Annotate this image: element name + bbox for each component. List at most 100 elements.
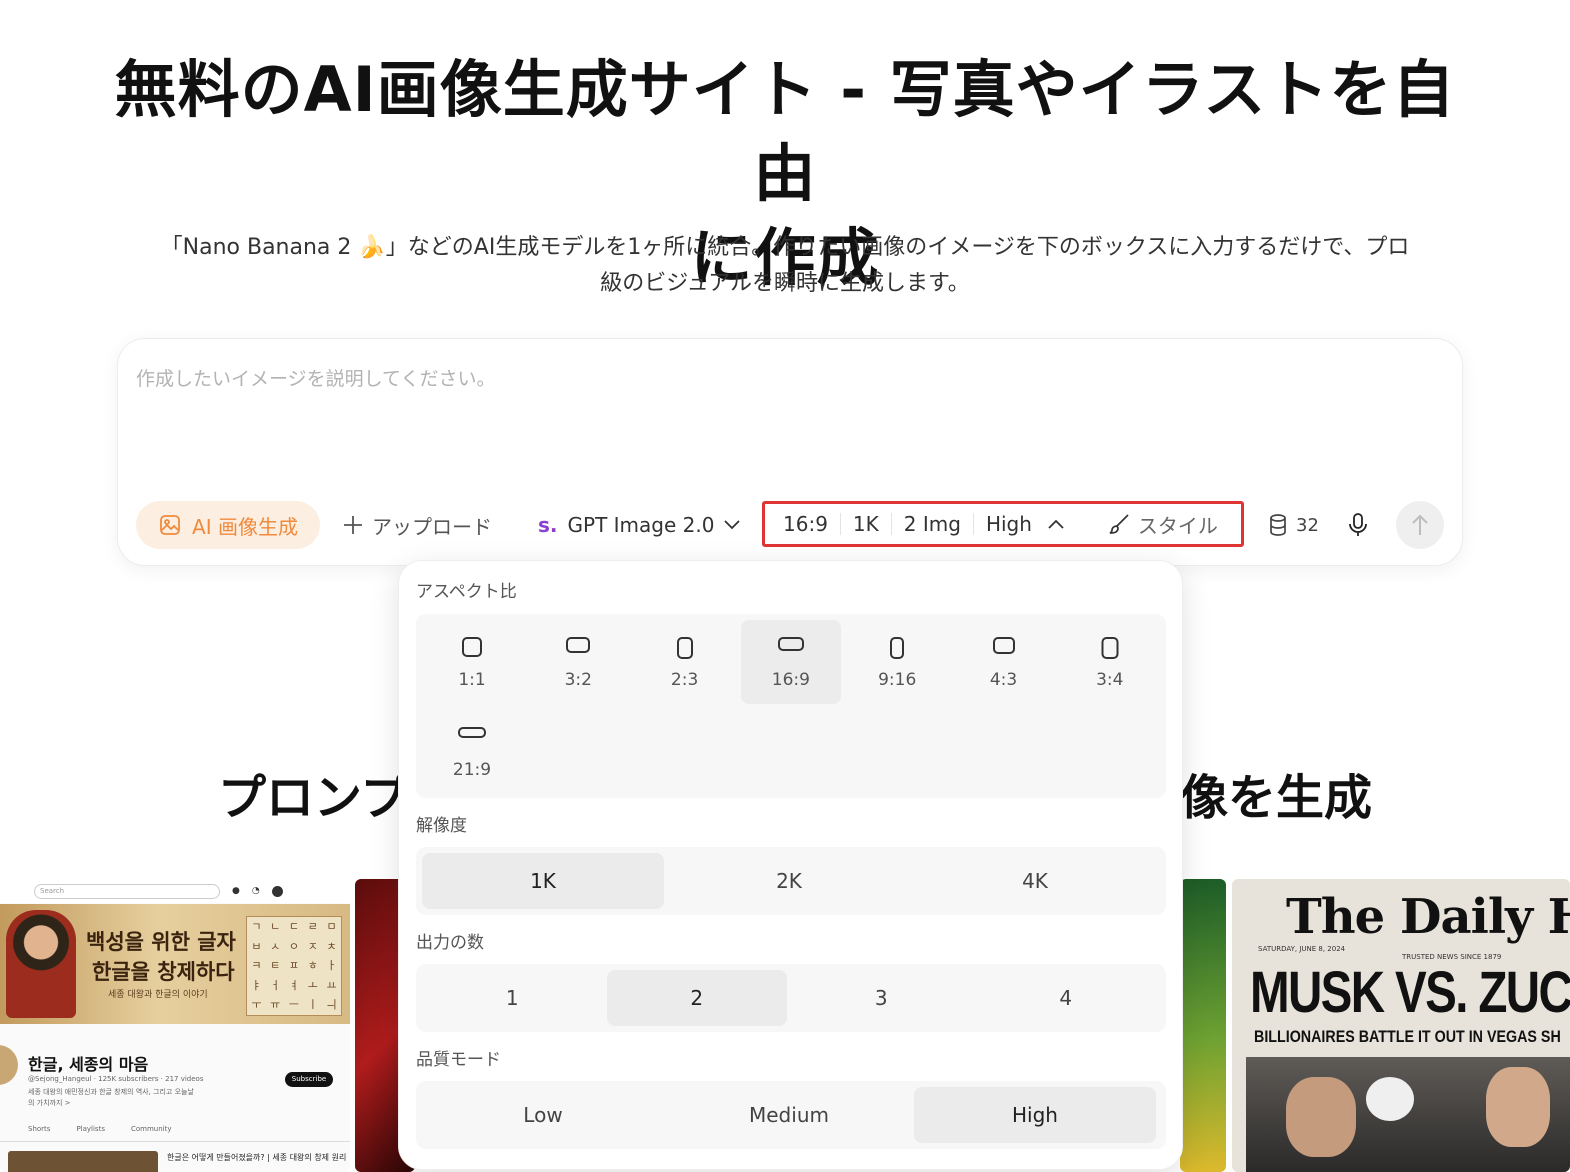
hangul-char: ㅓ xyxy=(270,978,281,992)
banner-line-3: 세종 대왕과 한글의 이야기 xyxy=(108,990,208,1000)
page-subtitle-line-1: 「Nano Banana 2 🍌」などのAI生成モデルを1ヶ所に統合。作りたい画… xyxy=(160,235,1410,260)
output-count-option-4[interactable]: 4 xyxy=(976,970,1157,1026)
aspect-option-label: 3:2 xyxy=(564,670,592,690)
page-subtitle: 「Nano Banana 2 🍌」などのAI生成モデルを1ヶ所に統合。作りたい画… xyxy=(110,230,1460,302)
channel-avatar xyxy=(0,1045,18,1085)
aspect-option-label: 16:9 xyxy=(771,670,810,690)
model-label: GPT Image 2.0 xyxy=(567,513,715,537)
avatar-icon xyxy=(271,885,283,897)
aspect-option-4-3[interactable]: 4:3 xyxy=(954,620,1054,704)
video-thumbnail xyxy=(8,1151,158,1172)
hangul-grid: ㄱㄴㄷㄹㅁㅂㅅㅇㅈㅊㅋㅌㅍㅎㅏㅑㅓㅕㅗㅛㅜㅠㅡㅣㅢ xyxy=(246,916,342,1016)
aspect-option-9-16[interactable]: 9:16 xyxy=(847,620,947,704)
aspect-shape-icon xyxy=(458,727,486,738)
output-count-option-1[interactable]: 1 xyxy=(422,970,603,1026)
hangul-char: ㅕ xyxy=(288,978,300,992)
quality-mode-label: 品質モード xyxy=(416,1050,501,1070)
bell-icon: ◔ xyxy=(251,886,260,896)
hangul-char: ㄷ xyxy=(288,920,300,933)
hangul-char: ㅠ xyxy=(270,998,281,1012)
model-selector[interactable]: s. GPT Image 2.0 xyxy=(538,501,741,549)
divider xyxy=(0,1141,350,1142)
prompt-input[interactable] xyxy=(136,359,1436,399)
hangul-char: ㅏ xyxy=(326,959,337,973)
gallery-thumbnail-green[interactable] xyxy=(1180,879,1226,1172)
microphone-icon: ● xyxy=(232,886,240,896)
aspect-ratio-options: 1:1 3:2 2:3 16:9 9:16 4:3 3:4 21:9 xyxy=(416,614,1166,798)
gallery-thumbnail-newspaper[interactable]: The Daily Hera SATURDAY, JUNE 8, 2024 TR… xyxy=(1232,879,1570,1172)
database-icon xyxy=(1270,514,1286,536)
prompt-box: AI 画像生成 アップロード s. GPT Image 2.0 16:9 1K … xyxy=(117,338,1463,566)
quality-option-low[interactable]: Low xyxy=(422,1087,664,1143)
youtube-search-input: Search xyxy=(34,883,220,899)
model-logo-icon: s. xyxy=(538,513,558,537)
upload-button[interactable]: アップロード xyxy=(342,501,492,549)
resolution-option-1k[interactable]: 1K xyxy=(422,853,664,909)
aspect-option-3-2[interactable]: 3:2 xyxy=(528,620,628,704)
microphone-button[interactable] xyxy=(1346,501,1370,549)
hangul-char: ㅌ xyxy=(270,959,281,973)
image-icon xyxy=(160,515,180,535)
newspaper-photo xyxy=(1246,1057,1570,1172)
boxing-glove xyxy=(1366,1077,1414,1121)
page: 無料のAI画像生成サイト - 写真やイラストを自由 に作成 「Nano Bana… xyxy=(0,0,1570,1172)
section-title-right: 像を生成 xyxy=(1180,770,1373,826)
photo-person-left xyxy=(1286,1077,1356,1157)
quality-option-medium[interactable]: Medium xyxy=(668,1087,910,1143)
microphone-icon xyxy=(1349,513,1367,536)
output-count-option-3[interactable]: 3 xyxy=(791,970,972,1026)
aspect-option-21-9[interactable]: 21:9 xyxy=(422,710,522,794)
hangul-char: ㅈ xyxy=(307,939,318,953)
aspect-shape-icon xyxy=(1101,637,1119,659)
aspect-shape-icon xyxy=(992,637,1015,654)
ai-image-generation-label: AI 画像生成 xyxy=(192,514,298,539)
aspect-option-3-4[interactable]: 3:4 xyxy=(1060,620,1160,704)
aspect-shape-icon xyxy=(462,637,482,657)
youtube-top-bar: Search ● ◔ xyxy=(0,879,350,903)
output-count-option-2[interactable]: 2 xyxy=(606,970,787,1026)
gallery-thumbnail-youtube[interactable]: Search ● ◔ 백성을 위한 글자 한글을 창제하다 세종 대왕과 한글의… xyxy=(0,879,350,1172)
quality-mode-options: Low Medium High xyxy=(416,1081,1166,1149)
hangul-char: ㅊ xyxy=(326,939,337,953)
hangul-char: ㅂ xyxy=(251,939,262,953)
king-illustration xyxy=(6,910,76,1018)
aspect-option-2-3[interactable]: 2:3 xyxy=(635,620,735,704)
aspect-shape-icon xyxy=(777,637,804,651)
hangul-char: ㅗ xyxy=(307,978,318,992)
aspect-option-label: 1:1 xyxy=(458,670,486,690)
hangul-char: ㅁ xyxy=(326,920,337,933)
subscribe-button: Subscribe xyxy=(285,1072,333,1087)
aspect-option-label: 21:9 xyxy=(452,760,492,780)
output-count-label: 出力の数 xyxy=(416,933,484,953)
ai-image-generation-button[interactable]: AI 画像生成 xyxy=(136,501,320,549)
aspect-option-label: 3:4 xyxy=(1096,670,1124,690)
quality-option-high[interactable]: High xyxy=(914,1087,1156,1143)
photo-person-right xyxy=(1486,1067,1550,1147)
generation-options-dropdown: アスペクト比 1:1 3:2 2:3 16:9 9:16 4:3 3:4 21:9 解像度 1… xyxy=(398,560,1183,1170)
resolution-label: 解像度 xyxy=(416,816,467,836)
send-button[interactable] xyxy=(1396,501,1444,549)
hangul-char: ㅋ xyxy=(251,959,262,973)
youtube-banner: 백성을 위한 글자 한글을 창제하다 세종 대왕과 한글의 이야기 ㄱㄴㄷㄹㅁㅂ… xyxy=(0,904,350,1024)
aspect-option-1-1[interactable]: 1:1 xyxy=(422,620,522,704)
channel-tab: Playlists xyxy=(76,1125,105,1133)
aspect-option-16-9[interactable]: 16:9 xyxy=(740,620,841,704)
image-count-value: 2 Img xyxy=(892,513,974,535)
style-button[interactable]: スタイル xyxy=(1108,510,1218,539)
hangul-char: ㄹ xyxy=(307,920,318,933)
resolution-option-2k[interactable]: 2K xyxy=(668,853,910,909)
hangul-char: ㅇ xyxy=(288,939,300,953)
hangul-char: ㄱ xyxy=(251,920,262,933)
resolution-option-4k[interactable]: 4K xyxy=(914,853,1156,909)
generation-options-button[interactable]: 16:9 1K 2 Img High スタイル xyxy=(762,501,1244,547)
hangul-char: ㅅ xyxy=(270,939,281,953)
newspaper-masthead: The Daily Hera xyxy=(1286,889,1570,945)
newspaper-headline: MUSK VS. ZUCKERI xyxy=(1250,960,1570,1025)
quality-value: High xyxy=(985,512,1032,536)
plus-icon xyxy=(344,516,362,534)
aspect-option-label: 9:16 xyxy=(878,670,917,690)
hangul-char: ㅑ xyxy=(251,978,262,992)
page-subtitle-line-2: 級のビジュアルを瞬時に生成します。 xyxy=(600,271,970,296)
output-count-options: 1234 xyxy=(416,964,1166,1032)
hangul-char: ㅎ xyxy=(307,959,318,973)
